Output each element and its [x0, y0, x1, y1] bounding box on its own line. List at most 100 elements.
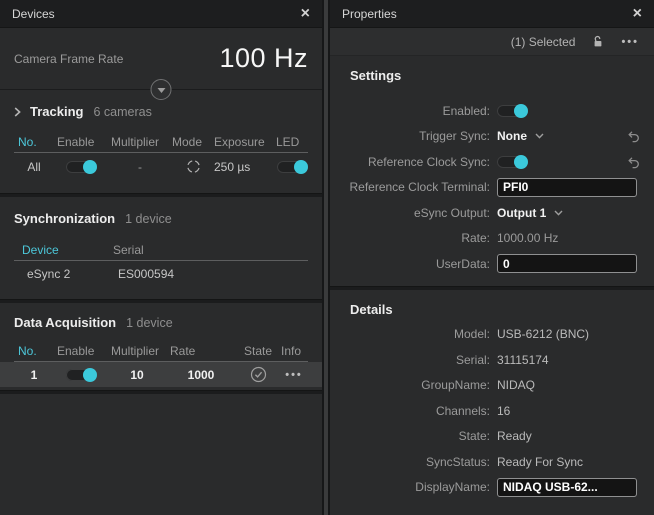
model-label: Model:	[330, 327, 490, 341]
selection-bar: (1) Selected •••	[330, 28, 654, 56]
chevron-down-icon	[535, 133, 544, 139]
col-header-no: No.	[14, 344, 54, 358]
data-acquisition-title: Data Acquisition	[14, 315, 116, 330]
toggle-knob	[83, 368, 97, 382]
property-row-enabled: Enabled:	[330, 98, 654, 124]
devices-titlebar: Devices ×	[0, 0, 322, 28]
tracking-exposure: 250 µs	[214, 160, 276, 174]
daq-row-no: 1	[14, 368, 54, 382]
data-acquisition-row-selected[interactable]: 1 10 1000 •••	[0, 362, 322, 387]
data-acquisition-section: Data Acquisition 1 device No. Enable Mul…	[0, 303, 322, 394]
property-row-rate: Rate: 1000.00 Hz	[330, 226, 654, 252]
synchronization-row[interactable]: eSync 2 ES000594	[14, 261, 308, 287]
col-header-device: Device	[14, 243, 105, 257]
ellipsis-menu-icon[interactable]: •••	[621, 36, 639, 48]
daq-enable-cell	[54, 369, 108, 381]
reference-clock-sync-toggle[interactable]	[497, 156, 527, 168]
toggle-knob	[83, 160, 97, 174]
properties-titlebar: Properties ×	[330, 0, 654, 28]
daq-info-menu[interactable]: •••	[280, 369, 308, 381]
reference-clock-terminal-input[interactable]	[497, 178, 637, 197]
property-row-syncstatus: SyncStatus: Ready For Sync	[330, 449, 654, 475]
toggle-knob	[514, 155, 528, 169]
syncstatus-value: Ready For Sync	[497, 455, 583, 469]
serial-label: Serial:	[330, 353, 490, 367]
trigger-sync-dropdown[interactable]: None	[497, 129, 544, 143]
col-header-enable: Enable	[54, 135, 108, 149]
tracking-enable-toggle[interactable]	[66, 161, 96, 173]
displayname-label: DisplayName:	[330, 480, 490, 494]
chevron-down-icon	[554, 210, 563, 216]
property-row-state: State: Ready	[330, 424, 654, 450]
groupname-label: GroupName:	[330, 378, 490, 392]
section-divider	[0, 390, 322, 394]
tracking-led-cell	[276, 161, 308, 173]
settings-section: Settings Enabled: Trigger Sync: None	[330, 56, 654, 286]
tracking-mode-cell	[172, 159, 214, 174]
devices-panel: Devices × Camera Frame Rate 100 Hz Track…	[0, 0, 322, 515]
property-row-esync-output: eSync Output: Output 1	[330, 200, 654, 226]
tracking-led-toggle[interactable]	[277, 161, 307, 173]
tracking-section-header[interactable]: Tracking 6 cameras	[0, 104, 322, 119]
property-row-trigger-sync: Trigger Sync: None	[330, 124, 654, 150]
selection-count-label: (1) Selected	[511, 35, 576, 49]
esync-output-dropdown[interactable]: Output 1	[497, 206, 563, 220]
check-circle-icon	[250, 366, 267, 383]
tracking-multiplier: -	[108, 160, 172, 174]
displayname-input[interactable]	[497, 478, 637, 497]
col-header-multiplier: Multiplier	[108, 344, 166, 358]
col-header-info: Info	[280, 344, 308, 358]
unlock-icon[interactable]	[592, 35, 604, 48]
daq-rate: 1000	[166, 368, 236, 382]
col-header-multiplier: Multiplier	[108, 135, 172, 149]
state-value: Ready	[497, 429, 532, 443]
reference-clock-sync-reset-button[interactable]	[622, 155, 644, 169]
data-acquisition-count: 1 device	[126, 316, 173, 330]
properties-close-button[interactable]: ×	[633, 6, 642, 22]
reference-clock-terminal-label: Reference Clock Terminal:	[330, 180, 490, 194]
camera-frame-rate-section: Camera Frame Rate 100 Hz	[0, 28, 322, 90]
col-header-enable: Enable	[54, 344, 108, 358]
trigger-sync-label: Trigger Sync:	[330, 129, 490, 143]
property-row-displayname: DisplayName:	[330, 475, 654, 501]
reference-clock-sync-label: Reference Clock Sync:	[330, 155, 490, 169]
syncstatus-label: SyncStatus:	[330, 455, 490, 469]
properties-panel-title: Properties	[342, 7, 397, 21]
camera-frame-rate-label: Camera Frame Rate	[14, 52, 123, 66]
tracking-row-no: All	[14, 160, 54, 174]
undo-icon	[626, 155, 640, 169]
details-title: Details	[330, 302, 654, 317]
rate-label: Rate:	[330, 231, 490, 245]
panel-splitter[interactable]	[322, 0, 330, 515]
col-header-led: LED	[276, 135, 308, 149]
trigger-sync-reset-button[interactable]	[622, 129, 644, 143]
userdata-input[interactable]	[497, 254, 637, 273]
property-row-reference-clock-terminal: Reference Clock Terminal:	[330, 175, 654, 201]
enabled-label: Enabled:	[330, 104, 490, 118]
daq-enable-toggle[interactable]	[66, 369, 96, 381]
synchronization-title: Synchronization	[14, 211, 115, 226]
tracking-section: Tracking 6 cameras No. Enable Multiplier…	[0, 90, 322, 193]
channels-label: Channels:	[330, 404, 490, 418]
mode-reticle-icon[interactable]	[186, 159, 201, 174]
property-row-groupname: GroupName: NIDAQ	[330, 373, 654, 399]
daq-multiplier: 10	[108, 368, 166, 382]
sync-device-name: eSync 2	[14, 267, 105, 281]
col-header-serial: Serial	[105, 243, 308, 257]
camera-frame-rate-value: 100 Hz	[219, 43, 308, 74]
synchronization-table-header: Device Serial	[14, 239, 308, 261]
devices-close-button[interactable]: ×	[301, 6, 310, 22]
col-header-no: No.	[14, 135, 54, 149]
synchronization-section-header: Synchronization 1 device	[0, 211, 322, 226]
property-row-channels: Channels: 16	[330, 398, 654, 424]
col-header-mode: Mode	[172, 135, 214, 149]
tracking-title: Tracking	[30, 104, 83, 119]
details-section: Details Model: USB-6212 (BNC) Serial: 31…	[330, 290, 654, 510]
enabled-toggle[interactable]	[497, 105, 527, 117]
tracking-count: 6 cameras	[93, 105, 151, 119]
frame-rate-expand-button[interactable]	[151, 79, 172, 100]
tracking-row-all[interactable]: All - 250 µs	[14, 153, 308, 180]
sync-device-serial: ES000594	[105, 267, 308, 281]
undo-icon	[626, 129, 640, 143]
devices-panel-title: Devices	[12, 7, 55, 21]
